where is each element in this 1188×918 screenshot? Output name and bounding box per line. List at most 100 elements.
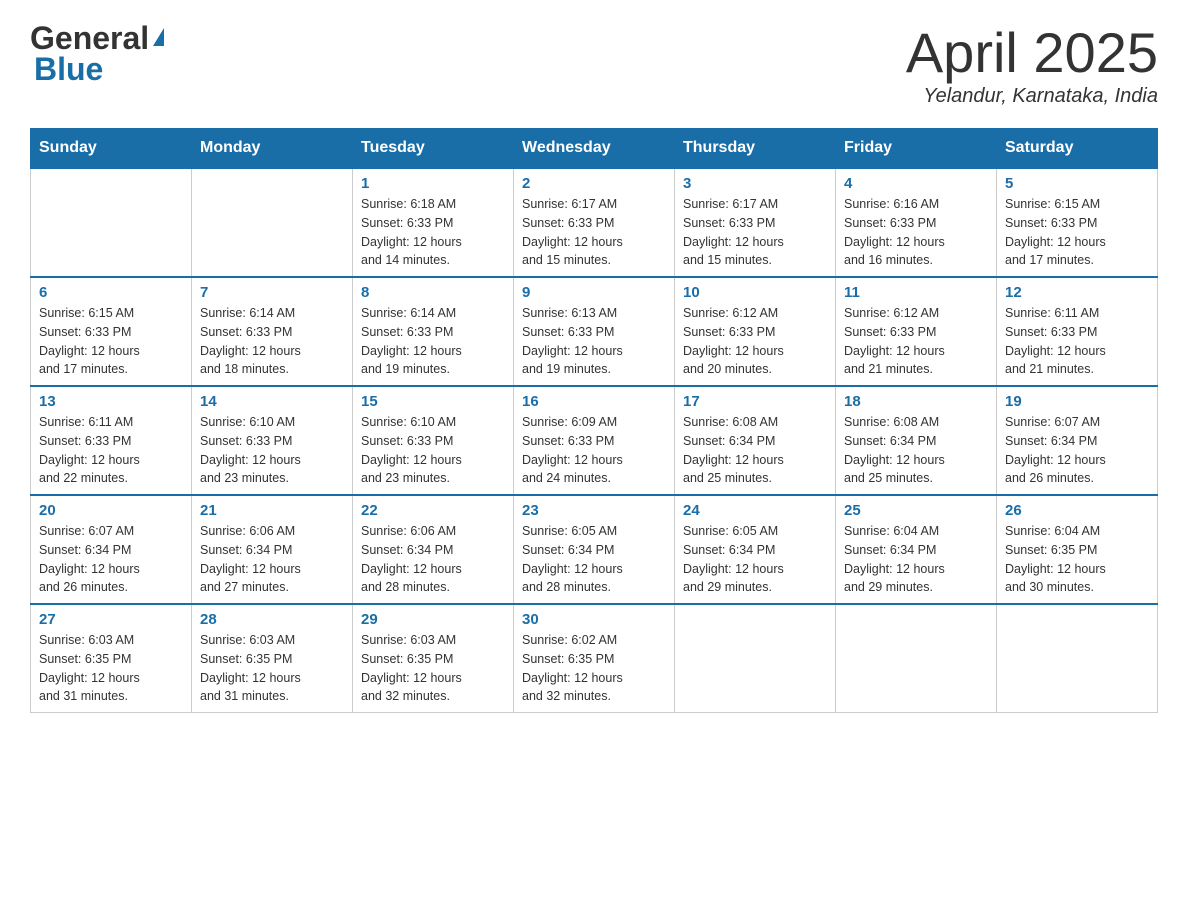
day-info: Sunrise: 6:06 AM Sunset: 6:34 PM Dayligh… [361, 522, 505, 597]
day-info: Sunrise: 6:03 AM Sunset: 6:35 PM Dayligh… [39, 631, 183, 706]
calendar-cell: 27 Sunrise: 6:03 AM Sunset: 6:35 PM Dayli… [31, 604, 192, 713]
calendar-cell: 6 Sunrise: 6:15 AM Sunset: 6:33 PM Daylig… [31, 277, 192, 386]
calendar-cell [836, 604, 997, 713]
day-info: Sunrise: 6:14 AM Sunset: 6:33 PM Dayligh… [361, 304, 505, 379]
calendar-cell: 18 Sunrise: 6:08 AM Sunset: 6:34 PM Dayli… [836, 386, 997, 495]
day-info: Sunrise: 6:07 AM Sunset: 6:34 PM Dayligh… [1005, 413, 1149, 488]
day-number: 14 [200, 393, 344, 410]
day-info: Sunrise: 6:11 AM Sunset: 6:33 PM Dayligh… [39, 413, 183, 488]
day-info: Sunrise: 6:14 AM Sunset: 6:33 PM Dayligh… [200, 304, 344, 379]
calendar-header-sunday: Sunday [31, 129, 192, 169]
day-info: Sunrise: 6:08 AM Sunset: 6:34 PM Dayligh… [683, 413, 827, 488]
day-info: Sunrise: 6:17 AM Sunset: 6:33 PM Dayligh… [683, 195, 827, 270]
day-info: Sunrise: 6:18 AM Sunset: 6:33 PM Dayligh… [361, 195, 505, 270]
calendar-week-row-5: 27 Sunrise: 6:03 AM Sunset: 6:35 PM Dayli… [31, 604, 1158, 713]
day-info: Sunrise: 6:11 AM Sunset: 6:33 PM Dayligh… [1005, 304, 1149, 379]
day-number: 11 [844, 284, 988, 301]
logo-blue-text: Blue [30, 51, 103, 88]
calendar-table: SundayMondayTuesdayWednesdayThursdayFrid… [30, 128, 1158, 713]
day-info: Sunrise: 6:09 AM Sunset: 6:33 PM Dayligh… [522, 413, 666, 488]
calendar-cell: 1 Sunrise: 6:18 AM Sunset: 6:33 PM Daylig… [353, 168, 514, 277]
day-number: 1 [361, 175, 505, 192]
day-number: 3 [683, 175, 827, 192]
day-number: 20 [39, 502, 183, 519]
day-info: Sunrise: 6:12 AM Sunset: 6:33 PM Dayligh… [683, 304, 827, 379]
day-number: 6 [39, 284, 183, 301]
calendar-week-row-3: 13 Sunrise: 6:11 AM Sunset: 6:33 PM Dayli… [31, 386, 1158, 495]
day-info: Sunrise: 6:16 AM Sunset: 6:33 PM Dayligh… [844, 195, 988, 270]
day-info: Sunrise: 6:10 AM Sunset: 6:33 PM Dayligh… [361, 413, 505, 488]
logo: General Blue [30, 20, 164, 88]
day-number: 28 [200, 611, 344, 628]
day-number: 29 [361, 611, 505, 628]
calendar-cell: 2 Sunrise: 6:17 AM Sunset: 6:33 PM Daylig… [514, 168, 675, 277]
day-info: Sunrise: 6:05 AM Sunset: 6:34 PM Dayligh… [683, 522, 827, 597]
calendar-cell [31, 168, 192, 277]
calendar-cell: 25Sunrise: 6:04 AM Sunset: 6:34 PM Dayli… [836, 495, 997, 604]
day-number: 24 [683, 502, 827, 519]
location-text: Yelandur, Karnataka, India [906, 85, 1158, 108]
day-number: 18 [844, 393, 988, 410]
day-number: 8 [361, 284, 505, 301]
calendar-cell: 8 Sunrise: 6:14 AM Sunset: 6:33 PM Daylig… [353, 277, 514, 386]
day-number: 25 [844, 502, 988, 519]
day-info: Sunrise: 6:15 AM Sunset: 6:33 PM Dayligh… [39, 304, 183, 379]
day-number: 16 [522, 393, 666, 410]
day-number: 4 [844, 175, 988, 192]
day-number: 23 [522, 502, 666, 519]
calendar-cell: 10 Sunrise: 6:12 AM Sunset: 6:33 PM Dayli… [675, 277, 836, 386]
day-info: Sunrise: 6:02 AM Sunset: 6:35 PM Dayligh… [522, 631, 666, 706]
day-number: 10 [683, 284, 827, 301]
calendar-week-row-1: 1 Sunrise: 6:18 AM Sunset: 6:33 PM Daylig… [31, 168, 1158, 277]
calendar-cell: 11 Sunrise: 6:12 AM Sunset: 6:33 PM Dayli… [836, 277, 997, 386]
calendar-cell: 22 Sunrise: 6:06 AM Sunset: 6:34 PM Dayli… [353, 495, 514, 604]
day-info: Sunrise: 6:17 AM Sunset: 6:33 PM Dayligh… [522, 195, 666, 270]
day-number: 21 [200, 502, 344, 519]
day-number: 17 [683, 393, 827, 410]
calendar-cell: 5 Sunrise: 6:15 AM Sunset: 6:33 PM Daylig… [997, 168, 1158, 277]
calendar-header-saturday: Saturday [997, 129, 1158, 169]
calendar-cell: 17 Sunrise: 6:08 AM Sunset: 6:34 PM Dayli… [675, 386, 836, 495]
calendar-cell: 13 Sunrise: 6:11 AM Sunset: 6:33 PM Dayli… [31, 386, 192, 495]
calendar-header-wednesday: Wednesday [514, 129, 675, 169]
calendar-cell: 23Sunrise: 6:05 AM Sunset: 6:34 PM Dayli… [514, 495, 675, 604]
calendar-cell: 15Sunrise: 6:10 AM Sunset: 6:33 PM Dayli… [353, 386, 514, 495]
calendar-cell: 29 Sunrise: 6:03 AM Sunset: 6:35 PM Dayli… [353, 604, 514, 713]
calendar-header-friday: Friday [836, 129, 997, 169]
day-number: 30 [522, 611, 666, 628]
calendar-cell: 3 Sunrise: 6:17 AM Sunset: 6:33 PM Daylig… [675, 168, 836, 277]
day-info: Sunrise: 6:03 AM Sunset: 6:35 PM Dayligh… [361, 631, 505, 706]
page-header: General Blue April 2025 Yelandur, Karnat… [30, 20, 1158, 108]
day-number: 7 [200, 284, 344, 301]
day-info: Sunrise: 6:10 AM Sunset: 6:33 PM Dayligh… [200, 413, 344, 488]
calendar-header-thursday: Thursday [675, 129, 836, 169]
day-info: Sunrise: 6:13 AM Sunset: 6:33 PM Dayligh… [522, 304, 666, 379]
logo-triangle-icon [153, 28, 164, 46]
day-number: 27 [39, 611, 183, 628]
day-number: 5 [1005, 175, 1149, 192]
day-number: 9 [522, 284, 666, 301]
day-info: Sunrise: 6:12 AM Sunset: 6:33 PM Dayligh… [844, 304, 988, 379]
calendar-week-row-2: 6 Sunrise: 6:15 AM Sunset: 6:33 PM Daylig… [31, 277, 1158, 386]
day-info: Sunrise: 6:07 AM Sunset: 6:34 PM Dayligh… [39, 522, 183, 597]
calendar-header-tuesday: Tuesday [353, 129, 514, 169]
day-number: 12 [1005, 284, 1149, 301]
day-info: Sunrise: 6:04 AM Sunset: 6:35 PM Dayligh… [1005, 522, 1149, 597]
calendar-cell: 19Sunrise: 6:07 AM Sunset: 6:34 PM Dayli… [997, 386, 1158, 495]
calendar-cell: 21 Sunrise: 6:06 AM Sunset: 6:34 PM Dayli… [192, 495, 353, 604]
month-title: April 2025 [906, 20, 1158, 85]
day-number: 2 [522, 175, 666, 192]
day-number: 13 [39, 393, 183, 410]
calendar-header-row: SundayMondayTuesdayWednesdayThursdayFrid… [31, 129, 1158, 169]
day-info: Sunrise: 6:06 AM Sunset: 6:34 PM Dayligh… [200, 522, 344, 597]
day-number: 26 [1005, 502, 1149, 519]
calendar-header-monday: Monday [192, 129, 353, 169]
day-number: 22 [361, 502, 505, 519]
calendar-cell [997, 604, 1158, 713]
day-info: Sunrise: 6:08 AM Sunset: 6:34 PM Dayligh… [844, 413, 988, 488]
day-info: Sunrise: 6:03 AM Sunset: 6:35 PM Dayligh… [200, 631, 344, 706]
calendar-cell: 24 Sunrise: 6:05 AM Sunset: 6:34 PM Dayli… [675, 495, 836, 604]
day-info: Sunrise: 6:15 AM Sunset: 6:33 PM Dayligh… [1005, 195, 1149, 270]
calendar-cell: 16 Sunrise: 6:09 AM Sunset: 6:33 PM Dayli… [514, 386, 675, 495]
calendar-cell: 30 Sunrise: 6:02 AM Sunset: 6:35 PM Dayli… [514, 604, 675, 713]
